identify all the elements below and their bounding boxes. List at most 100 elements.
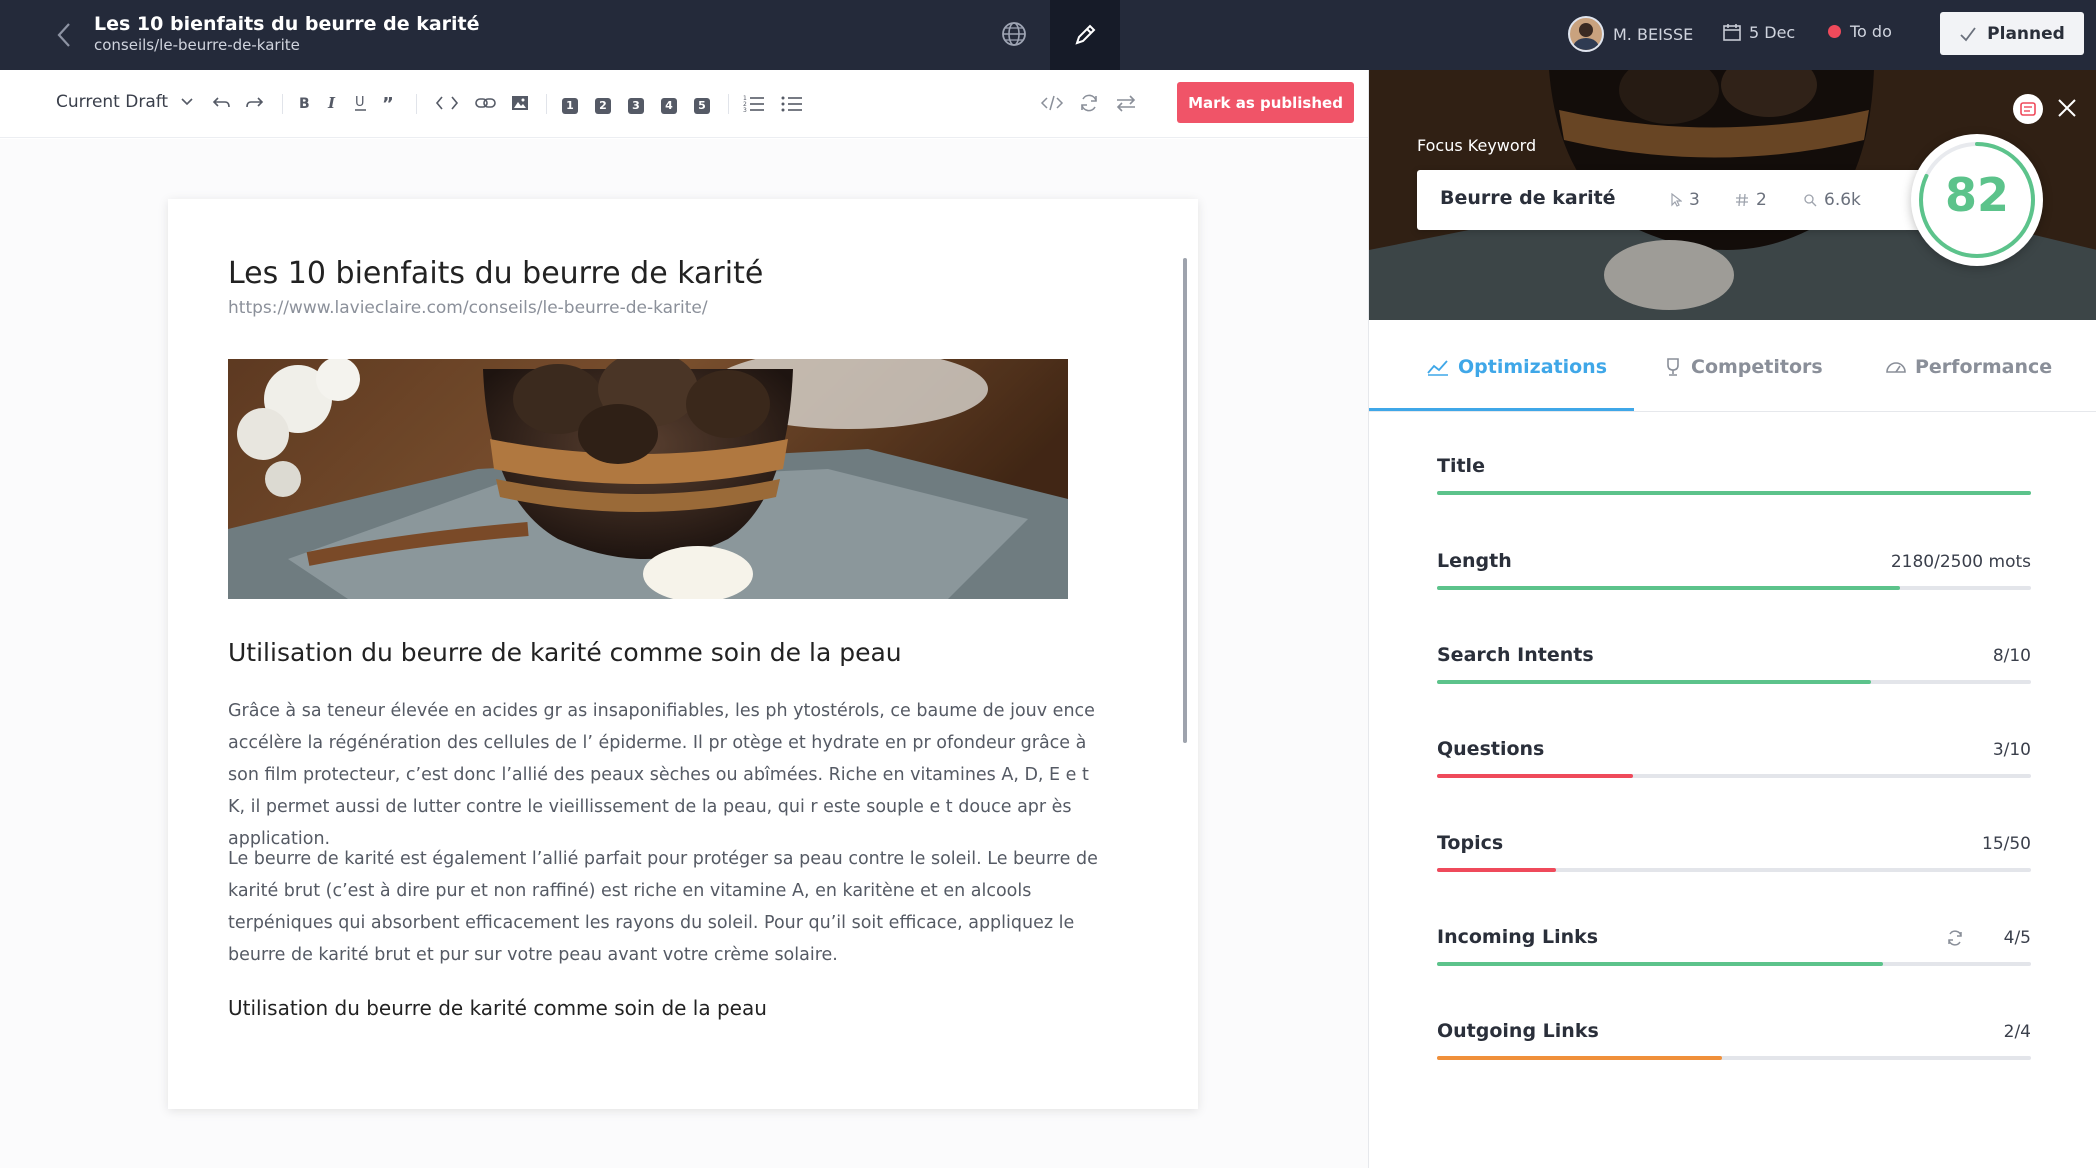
metric-outgoing-links[interactable]: Outgoing Links 2/4 (1437, 1020, 2031, 1080)
globe-icon[interactable] (1000, 20, 1028, 48)
close-icon[interactable] (2055, 96, 2079, 120)
version-select[interactable]: Current Draft (56, 92, 194, 112)
rank-stat: 2 (1735, 190, 1767, 210)
svg-text:B: B (299, 96, 310, 112)
refresh-icon[interactable] (1945, 928, 1965, 948)
metric-progress (1437, 962, 2031, 966)
tab-optimizations[interactable]: Optimizations (1426, 356, 1607, 378)
italic-icon[interactable]: I (324, 92, 342, 114)
volume-value: 6.6k (1824, 190, 1861, 210)
mark-as-published-button[interactable]: Mark as published (1177, 82, 1354, 123)
heading-2-button[interactable]: 2 (595, 94, 611, 114)
metric-progress-fill (1437, 586, 1901, 590)
editor-scrollbar[interactable] (1183, 258, 1187, 743)
pencil-icon (1075, 24, 1096, 45)
quote-icon[interactable]: ” (380, 92, 400, 114)
link-icon[interactable] (474, 92, 498, 114)
planned-label: Planned (1987, 23, 2065, 44)
metric-topics[interactable]: Topics 15/50 (1437, 832, 2031, 892)
redo-icon[interactable] (244, 92, 266, 114)
metric-value: 2/4 (2003, 1022, 2031, 1042)
metric-progress-fill (1437, 868, 1556, 872)
content-score-value: 82 (1944, 168, 2009, 222)
document-icon (2020, 102, 2036, 116)
article-title[interactable]: Les 10 bienfaits du beurre de karité (228, 256, 763, 291)
metric-name: Title (1437, 455, 1485, 477)
metric-questions[interactable]: Questions 3/10 (1437, 738, 2031, 798)
heading-3-button[interactable]: 3 (628, 94, 644, 114)
image-icon[interactable] (510, 92, 530, 114)
svg-text:U: U (355, 95, 365, 110)
metric-value: 4/5 (2003, 928, 2031, 948)
clicks-value: 3 (1689, 190, 1700, 210)
metric-progress (1437, 491, 2031, 495)
due-date[interactable]: 5 Dec (1722, 22, 1795, 42)
document-title: Les 10 bienfaits du beurre de karité (94, 13, 480, 35)
status-label: To do (1850, 22, 1892, 41)
tab-optimizations-label: Optimizations (1458, 356, 1608, 378)
paragraph[interactable]: Le beurre de karité est également l’alli… (228, 843, 1098, 971)
metric-value: 15/50 (1982, 834, 2031, 854)
status-selector[interactable]: To do (1828, 22, 1892, 41)
trophy-icon (1667, 358, 1679, 376)
active-tab-indicator (1369, 408, 1634, 411)
heading-1-button[interactable]: 1 (562, 94, 578, 114)
focus-keyword-hero: Focus Keyword Beurre de karité 3 2 6.6k … (1369, 70, 2096, 320)
tab-performance[interactable]: Performance (1885, 356, 2052, 378)
underline-icon[interactable]: U (352, 92, 370, 114)
panel-tabs: Optimizations Competitors Performance (1369, 320, 2096, 412)
due-date-label: 5 Dec (1749, 22, 1796, 42)
back-arrow-icon[interactable] (50, 20, 80, 50)
metric-progress-fill (1437, 774, 1634, 778)
metric-progress (1437, 586, 2031, 590)
metric-name: Questions (1437, 738, 1545, 760)
check-icon (1960, 26, 1976, 41)
brief-button[interactable] (2013, 94, 2043, 124)
swap-icon[interactable] (1114, 92, 1138, 114)
heading-2-label: 2 (595, 98, 611, 114)
subsection-heading[interactable]: Utilisation du beurre de karité comme so… (228, 996, 767, 1020)
html-icon[interactable] (1040, 92, 1064, 114)
article-image[interactable] (228, 359, 1068, 599)
document-slug: conseils/le-beurre-de-karite (94, 36, 300, 54)
gauge-icon (1886, 362, 1906, 373)
heading-5-button[interactable]: 5 (694, 94, 710, 114)
metric-search-intents[interactable]: Search Intents 8/10 (1437, 644, 2031, 704)
planned-button[interactable]: Planned (1940, 12, 2084, 55)
heading-4-button[interactable]: 4 (661, 94, 677, 114)
article-url: https://www.lavieclaire.com/conseils/le-… (228, 298, 708, 318)
metric-progress-fill (1437, 962, 1883, 966)
assignee-name: M. BEISSE (1613, 24, 1694, 44)
metric-name: Search Intents (1437, 644, 1594, 666)
metric-name: Length (1437, 550, 1512, 572)
metric-title[interactable]: Title (1437, 455, 2031, 515)
bullet-list-icon[interactable] (780, 92, 804, 114)
undo-icon[interactable] (210, 92, 232, 114)
metric-name: Outgoing Links (1437, 1020, 1599, 1042)
metric-progress-fill (1437, 680, 1871, 684)
focus-keyword-value: Beurre de karité (1440, 187, 1616, 209)
svg-text:I: I (327, 94, 336, 112)
edit-mode-button[interactable] (1050, 0, 1120, 70)
code-icon[interactable] (434, 92, 460, 114)
section-heading[interactable]: Utilisation du beurre de karité comme so… (228, 638, 902, 667)
bold-icon[interactable]: B (296, 92, 314, 114)
tab-competitors[interactable]: Competitors (1663, 356, 1823, 378)
metric-progress (1437, 868, 2031, 872)
ordered-list-icon[interactable]: 123 (742, 92, 766, 114)
focus-keyword-box[interactable]: Beurre de karité 3 2 6.6k (1417, 170, 1977, 230)
tab-performance-label: Performance (1915, 356, 2053, 378)
metric-incoming-links[interactable]: Incoming Links 4/5 (1437, 926, 2031, 986)
assignee[interactable]: M. BEISSE (1568, 16, 1693, 52)
avatar (1568, 16, 1604, 52)
metric-length[interactable]: Length 2180/2500 mots (1437, 550, 2031, 610)
metric-progress (1437, 1056, 2031, 1060)
calendar-icon (1723, 24, 1741, 41)
paragraph[interactable]: Grâce à sa teneur élevée en acides gr as… (228, 695, 1098, 855)
focus-keyword-label: Focus Keyword (1417, 136, 1537, 155)
shea-butter-photo (228, 359, 1068, 599)
heading-3-label: 3 (628, 98, 644, 114)
refresh-icon[interactable] (1078, 92, 1100, 114)
cursor-icon (1671, 193, 1682, 207)
svg-text:”: ” (382, 94, 394, 114)
